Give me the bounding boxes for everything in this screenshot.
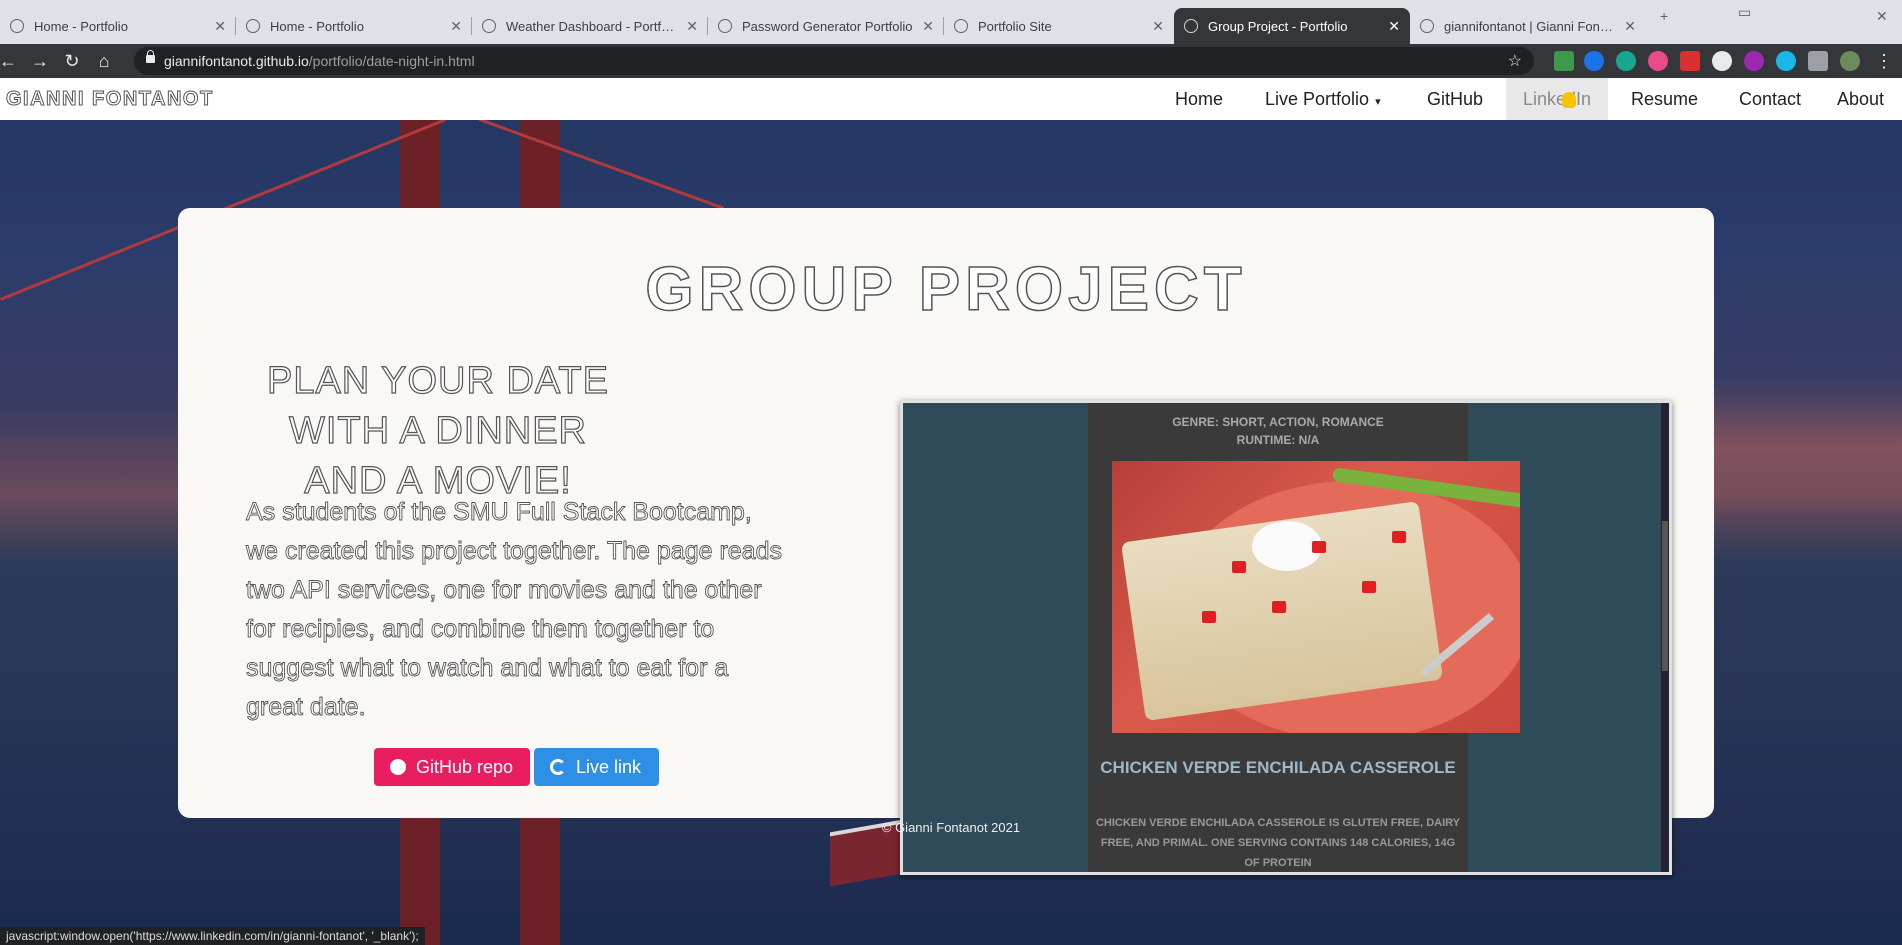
nav-contact[interactable]: Contact	[1722, 78, 1818, 120]
close-icon[interactable]: ✕	[1152, 18, 1164, 35]
globe-icon	[1184, 19, 1198, 33]
tab-home-2[interactable]: Home - Portfolio ✕	[236, 8, 472, 44]
nav-home[interactable]: Home	[1158, 78, 1240, 120]
project-preview: GENRE: SHORT, ACTION, ROMANCE RUNTIME: N…	[900, 400, 1672, 875]
extension-icon[interactable]	[1744, 51, 1764, 71]
tab-title: Group Project - Portfolio	[1208, 18, 1348, 34]
avatar[interactable]	[1840, 51, 1860, 71]
address-bar[interactable]: giannifontanot.github.io/portfolio/date-…	[134, 47, 1534, 75]
new-tab-icon[interactable]: +	[1660, 8, 1668, 24]
preview-panel: GENRE: SHORT, ACTION, ROMANCE RUNTIME: N…	[1088, 403, 1520, 872]
footer-copyright: © Gianni Fontanot 2021	[881, 820, 1021, 835]
preview-movie-info: GENRE: SHORT, ACTION, ROMANCE RUNTIME: N…	[1088, 413, 1468, 449]
close-window-icon[interactable]: ✕	[1876, 8, 1888, 25]
nav-resume[interactable]: Resume	[1614, 78, 1715, 120]
menu-icon[interactable]: ⋮	[1872, 49, 1896, 73]
lock-icon	[146, 50, 155, 63]
github-repo-label: GitHub repo	[416, 756, 514, 777]
vimeo-icon[interactable]	[1776, 51, 1796, 71]
tab-weather[interactable]: Weather Dashboard - Portfolio ✕	[472, 8, 708, 44]
close-icon[interactable]: ✕	[214, 18, 226, 35]
globe-icon	[482, 19, 496, 33]
movie-genre: GENRE: SHORT, ACTION, ROMANCE	[1172, 415, 1384, 429]
github-repo-button[interactable]: GitHub repo	[374, 748, 530, 786]
loading-icon	[1420, 19, 1434, 33]
site-navbar: GIANNI FONTANOT Home Live Portfolio ▾ Git…	[0, 78, 1902, 120]
reload-icon[interactable]: ↻	[60, 49, 84, 73]
tab-strip: Home - Portfolio ✕ Home - Portfolio ✕ We…	[0, 0, 1902, 44]
close-icon[interactable]: ✕	[686, 18, 698, 35]
browser-toolbar: ← → ↻ ⌂ giannifontanot.github.io/portfol…	[0, 44, 1902, 78]
preview-scrollbar[interactable]	[1661, 403, 1669, 872]
link-icon	[550, 759, 566, 775]
github-icon	[390, 759, 406, 775]
movie-runtime: RUNTIME: N/A	[1236, 433, 1320, 447]
project-headline: PLAN YOUR DATE WITH A DINNER AND A MOVIE…	[266, 359, 609, 502]
home-icon[interactable]: ⌂	[92, 49, 116, 73]
globe-icon	[246, 19, 260, 33]
close-icon[interactable]: ✕	[1624, 18, 1636, 35]
extension-icon[interactable]	[1616, 51, 1636, 71]
pointer-cursor-icon	[1562, 92, 1576, 108]
extension-icon[interactable]	[1712, 51, 1732, 71]
forward-icon[interactable]: →	[28, 49, 52, 73]
tab-title: Home - Portfolio	[34, 18, 128, 34]
caret-down-icon: ▾	[1375, 96, 1381, 108]
nav-live-portfolio[interactable]: Live Portfolio ▾	[1248, 78, 1398, 120]
tab-home-1[interactable]: Home - Portfolio ✕	[0, 8, 236, 44]
nav-about[interactable]: About	[1820, 78, 1901, 120]
tab-group-project[interactable]: Group Project - Portfolio ✕	[1174, 8, 1410, 44]
recipe-image	[1112, 461, 1520, 733]
extension-icon[interactable]	[1648, 51, 1668, 71]
globe-icon	[718, 19, 732, 33]
bridge-cable	[478, 118, 725, 210]
tab-password[interactable]: Password Generator Portfolio ✕	[708, 8, 944, 44]
bookmark-star-icon[interactable]: ☆	[1508, 51, 1522, 71]
close-icon[interactable]: ✕	[922, 18, 934, 35]
puzzle-icon[interactable]	[1808, 51, 1828, 71]
extension-icon[interactable]	[1554, 51, 1574, 71]
extension-icon[interactable]	[1584, 51, 1604, 71]
minimize-icon[interactable]: ▭	[1738, 4, 1751, 21]
close-icon[interactable]: ✕	[1388, 18, 1400, 35]
tab-title: Portfolio Site	[978, 18, 1052, 34]
nav-github[interactable]: GitHub	[1410, 78, 1500, 120]
tab-linkedin[interactable]: giannifontanot | Gianni Fontanot ✕	[1410, 8, 1646, 44]
site-brand[interactable]: GIANNI FONTANOT	[6, 88, 214, 111]
page-title: GROUP PROJECT	[645, 254, 1247, 325]
globe-icon	[10, 19, 24, 33]
nav-linkedin[interactable]: LinkedIn	[1506, 78, 1609, 120]
close-icon[interactable]: ✕	[450, 18, 462, 35]
project-card: GROUP PROJECT PLAN YOUR DATE WITH A DINN…	[178, 208, 1714, 875]
tab-title: Password Generator Portfolio	[742, 18, 913, 34]
live-link-button[interactable]: Live link	[534, 748, 659, 786]
extension-icon[interactable]	[1680, 51, 1700, 71]
live-link-label: Live link	[576, 756, 642, 777]
tab-title: giannifontanot | Gianni Fontanot	[1444, 18, 1617, 34]
recipe-name: CHICKEN VERDE ENCHILADA CASSEROLE	[1100, 758, 1456, 777]
tab-portfolio-site[interactable]: Portfolio Site ✕	[944, 8, 1174, 44]
globe-icon	[954, 19, 968, 33]
back-icon[interactable]: ←	[0, 49, 20, 73]
project-description: As students of the SMU Full Stack Bootca…	[246, 498, 783, 722]
status-bar: javascript:window.open('https://www.link…	[0, 927, 425, 945]
tab-title: Home - Portfolio	[270, 18, 364, 34]
url-text: giannifontanot.github.io/portfolio/date-…	[164, 53, 475, 69]
tab-title: Weather Dashboard - Portfolio	[506, 18, 679, 34]
page-viewport: GIANNI FONTANOT Home Live Portfolio ▾ Git…	[0, 78, 1902, 945]
